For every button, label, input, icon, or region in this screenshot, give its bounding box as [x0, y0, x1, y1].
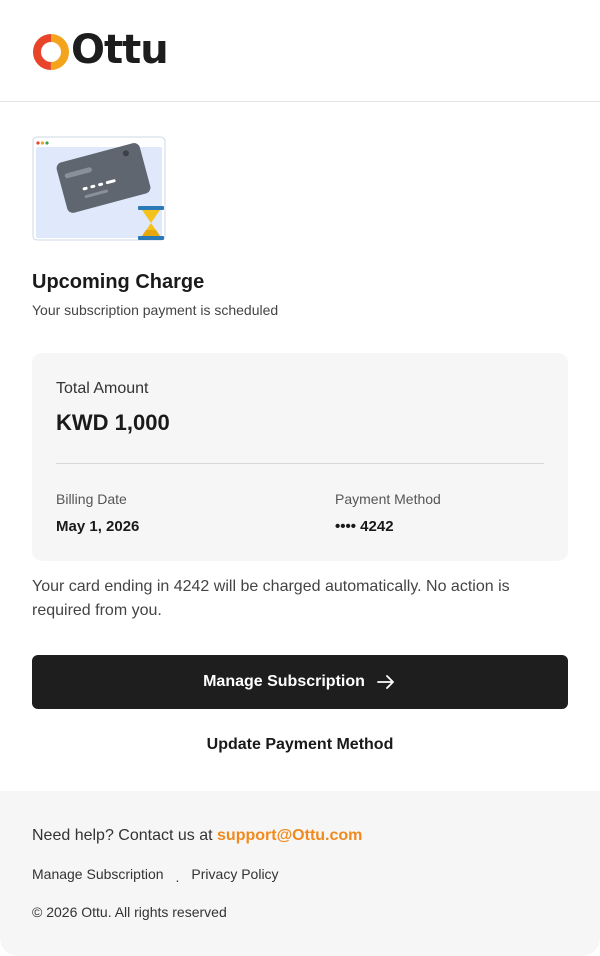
logo-ring-icon: [33, 34, 69, 70]
total-amount-value: KWD 1,000: [56, 410, 170, 435]
card-hourglass-illustration: [32, 136, 166, 241]
footer-link-separator: .: [175, 869, 180, 885]
payment-method-block: Payment Method •••• 4242: [335, 490, 544, 537]
manage-subscription-button[interactable]: Manage Subscription: [32, 655, 568, 709]
footer-links: Manage Subscription . Privacy Policy: [32, 865, 568, 885]
email-page: Ottu Upcoming Charge Your subscription p…: [0, 0, 600, 956]
page-subtitle: Your subscription payment is scheduled: [32, 302, 279, 318]
main-content: Upcoming Charge Your subscription paymen…: [0, 102, 600, 756]
footer-manage-subscription-link[interactable]: Manage Subscription: [32, 865, 164, 883]
manage-subscription-label: Manage Subscription: [203, 673, 365, 690]
total-amount-label: Total Amount: [56, 380, 149, 397]
card-divider: [56, 463, 544, 464]
billing-date-label: Billing Date: [56, 491, 127, 507]
brand-logo: Ottu: [32, 27, 568, 73]
help-text-label: Need help? Contact us at: [32, 827, 213, 844]
charge-details: Billing Date May 1, 2026 Payment Method …: [56, 490, 544, 537]
footer: Need help? Contact us at support@Ottu.co…: [0, 791, 600, 956]
payment-method-label: Payment Method: [335, 491, 441, 507]
page-title: Upcoming Charge: [32, 271, 205, 293]
billing-date-value: May 1, 2026: [56, 518, 140, 535]
copyright-text: © 2026 Ottu. All rights reserved: [32, 904, 227, 920]
help-text: Need help? Contact us at support@Ottu.co…: [32, 825, 568, 847]
support-email-link[interactable]: support@Ottu.com: [217, 827, 362, 844]
auto-charge-notice: Your card ending in 4242 will be charged…: [32, 578, 510, 619]
privacy-policy-link[interactable]: Privacy Policy: [191, 865, 278, 883]
logo-wordmark: Ottu: [71, 27, 169, 73]
payment-method-value: •••• 4242: [335, 518, 394, 535]
update-payment-method-link[interactable]: Update Payment Method: [32, 734, 568, 756]
billing-date-block: Billing Date May 1, 2026: [56, 490, 335, 537]
charge-summary-card: Total Amount KWD 1,000 Billing Date May …: [32, 353, 568, 561]
header: Ottu: [0, 0, 600, 102]
arrow-right-icon: [376, 675, 394, 689]
